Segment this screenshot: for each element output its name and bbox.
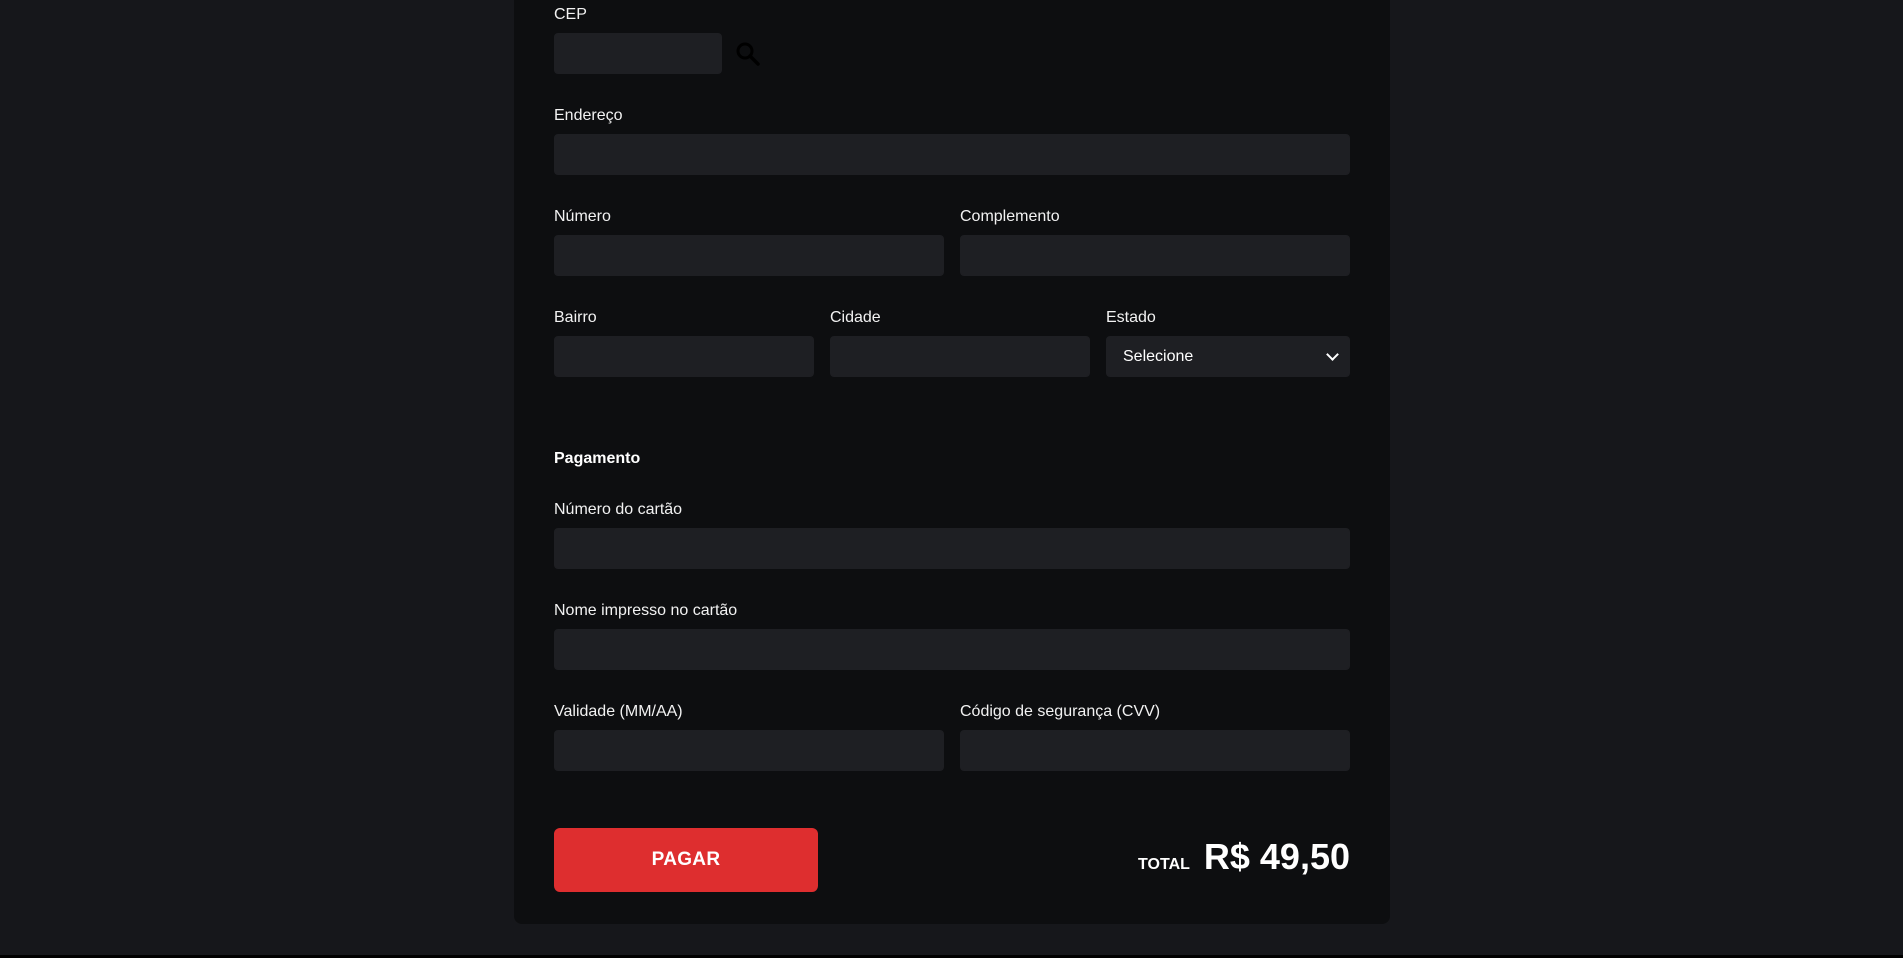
card-number-input[interactable] (554, 528, 1350, 569)
estado-selected-value: Selecione (1123, 347, 1194, 365)
endereco-label: Endereço (554, 107, 623, 124)
order-total: TOTAL R$ 49,50 (1138, 836, 1350, 878)
cep-label: CEP (554, 6, 587, 23)
bairro-input[interactable] (554, 336, 814, 377)
pay-button[interactable]: PAGAR (554, 828, 818, 892)
cvv-label: Código de segurança (CVV) (960, 703, 1161, 720)
total-label: TOTAL (1138, 856, 1190, 873)
cep-input[interactable] (554, 33, 722, 74)
validity-input[interactable] (554, 730, 944, 771)
estado-select[interactable]: Selecione (1106, 336, 1350, 377)
payment-section-title: Pagamento (554, 450, 641, 467)
complemento-label: Complemento (960, 208, 1060, 225)
validity-label: Validade (MM/AA) (554, 703, 683, 720)
search-icon (736, 42, 760, 66)
checkout-form-card: CEP Endereço Número Complemento Bairro C… (514, 0, 1390, 924)
chevron-down-icon (1326, 348, 1339, 361)
numero-label: Número (554, 208, 611, 225)
cidade-label: Cidade (830, 309, 881, 326)
card-name-input[interactable] (554, 629, 1350, 670)
estado-label: Estado (1106, 309, 1156, 326)
bairro-label: Bairro (554, 309, 597, 326)
card-number-label: Número do cartão (554, 501, 683, 518)
cvv-input[interactable] (960, 730, 1350, 771)
complemento-input[interactable] (960, 235, 1350, 276)
cidade-input[interactable] (830, 336, 1090, 377)
cep-search-button[interactable] (734, 40, 762, 68)
card-name-label: Nome impresso no cartão (554, 602, 738, 619)
numero-input[interactable] (554, 235, 944, 276)
total-value: R$ 49,50 (1203, 836, 1350, 877)
endereco-input[interactable] (554, 134, 1350, 175)
